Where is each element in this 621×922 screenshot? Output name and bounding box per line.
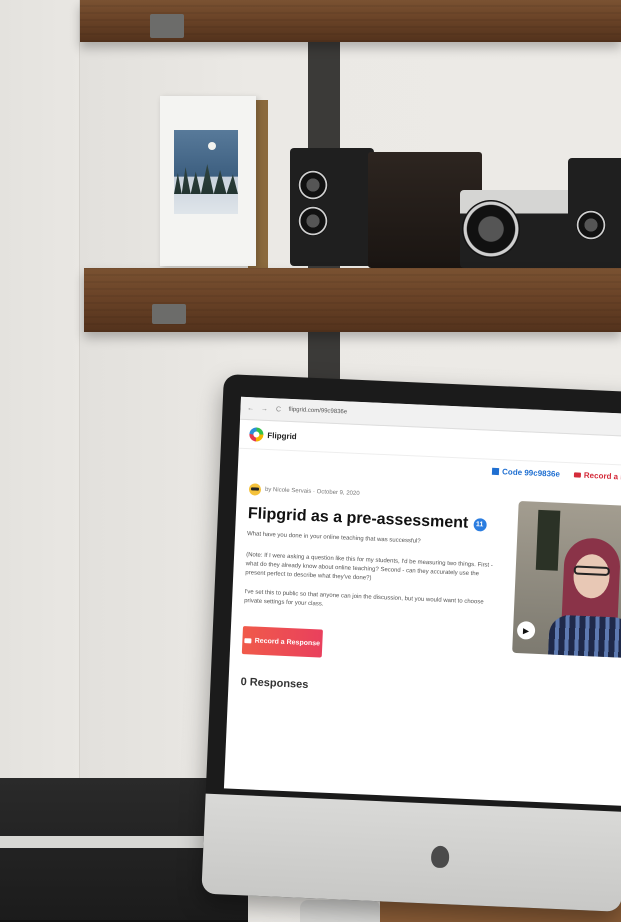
topic-prompt: What have you done in your online teachi… [246,531,421,545]
brand-name[interactable]: Flipgrid [267,430,297,440]
topic-title-text: Flipgrid as a pre-assessment [247,505,469,532]
camera-right [568,158,621,270]
author-meta-text: by Nicole Servais · October 9, 2020 [264,486,360,498]
camera-lens-right [576,210,606,240]
shelf-clip [152,304,186,324]
camera-lens-lower [298,206,328,236]
monitor-stand [300,900,380,922]
monitor-chin [201,793,621,912]
imac-monitor: ← → C flipgrid.com/99c9836e Flipgrid Cod… [201,374,621,912]
topic-body: (Note: If I were asking a question like … [245,552,493,582]
vintage-twin-lens-camera [290,148,374,266]
join-code-label: Code 99c9836e [501,466,561,479]
record-response-button[interactable]: Record a Response [241,626,323,658]
photo-scene: ← → C flipgrid.com/99c9836e Flipgrid Cod… [0,0,621,922]
winter-painting [174,130,238,214]
camera-silver-body [460,190,580,268]
forward-icon[interactable]: → [260,405,268,413]
screen: ← → C flipgrid.com/99c9836e Flipgrid Cod… [223,396,621,807]
presenter-glasses [573,565,610,577]
responses-count: 0 Responses [240,676,309,691]
moon [208,142,216,150]
sunglasses-emoji-icon [248,483,262,496]
address-bar[interactable]: flipgrid.com/99c9836e [288,407,347,416]
code-icon [492,467,500,475]
shelf-clip [150,14,184,38]
flipgrid-logo-icon[interactable] [249,427,264,442]
play-icon[interactable]: ▶ [516,621,536,640]
camera-icon [573,471,582,478]
record-response-link-label: Record a Resp [583,470,621,481]
camera-lens [462,200,520,258]
topic-note: I've set this to public so that anyone c… [243,589,484,608]
trees [174,164,238,194]
response-count-badge: 11 [472,517,487,532]
reload-icon[interactable]: C [274,405,282,413]
camera-icon [244,637,252,643]
back-icon[interactable]: ← [246,404,254,412]
join-code[interactable]: Code 99c9836e [492,466,560,478]
background-door [535,509,561,571]
topic-video[interactable]: ▶ [512,500,621,659]
presenter-shirt [547,614,621,659]
camera-lens-upper [298,170,328,200]
art-card [160,96,256,266]
apple-logo-icon [430,845,450,869]
record-response-link[interactable]: Record a Resp [573,470,621,482]
record-response-button-label: Record a Response [254,637,321,647]
